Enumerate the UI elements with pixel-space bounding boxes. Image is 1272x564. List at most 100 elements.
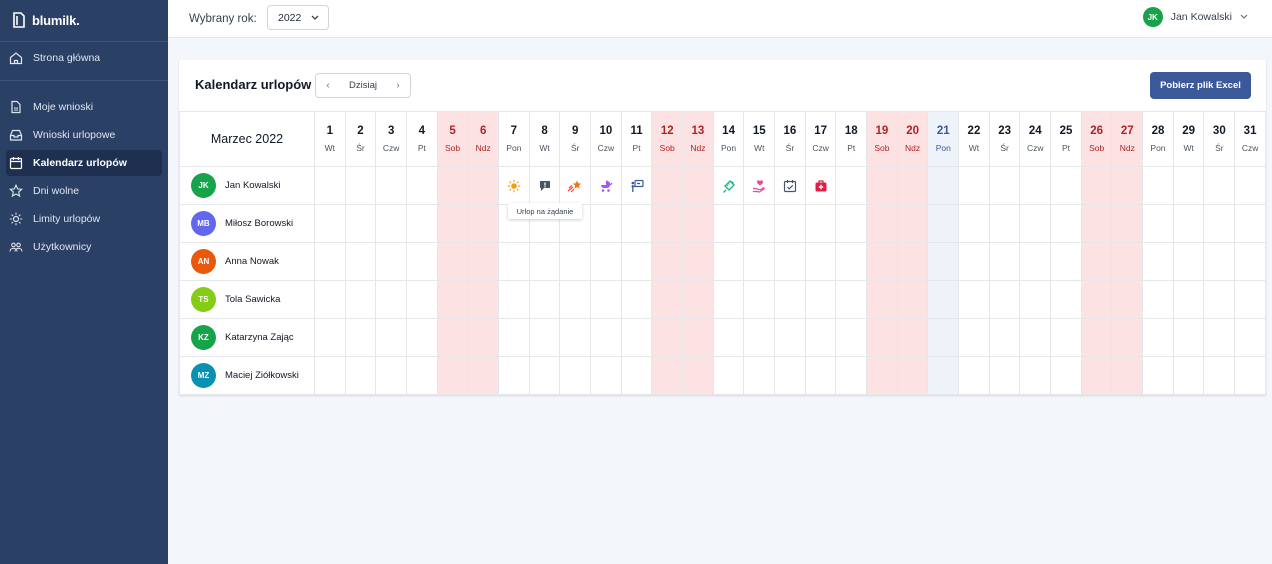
day-cell[interactable]: [988, 166, 1021, 205]
day-cell[interactable]: [958, 318, 990, 357]
day-cell[interactable]: [835, 280, 868, 319]
day-cell[interactable]: [590, 318, 622, 357]
day-cell[interactable]: [528, 242, 561, 281]
day-cell[interactable]: [498, 166, 530, 205]
baby-stroller-icon[interactable]: [599, 179, 613, 193]
day-cell[interactable]: [1111, 280, 1144, 319]
day-cell[interactable]: [1172, 356, 1205, 395]
day-cell[interactable]: [375, 318, 408, 357]
day-cell[interactable]: [1019, 242, 1052, 281]
day-cell[interactable]: [1050, 204, 1082, 243]
day-cell[interactable]: [1019, 280, 1052, 319]
day-cell[interactable]: [620, 166, 653, 205]
day-cell[interactable]: [620, 356, 653, 395]
logo[interactable]: blumilk.: [0, 0, 168, 40]
day-cell[interactable]: [1142, 318, 1174, 357]
day-cell[interactable]: [651, 356, 684, 395]
day-cell[interactable]: [528, 166, 561, 205]
day-cell[interactable]: [314, 166, 346, 205]
day-cell[interactable]: [866, 166, 898, 205]
day-cell[interactable]: [743, 280, 776, 319]
day-cell[interactable]: [1142, 242, 1174, 281]
day-cell[interactable]: [344, 318, 377, 357]
day-cell[interactable]: [774, 280, 806, 319]
day-cell[interactable]: [314, 242, 346, 281]
day-cell[interactable]: [682, 318, 714, 357]
day-cell[interactable]: [651, 166, 684, 205]
shooting-star-icon[interactable]: [567, 179, 583, 193]
day-cell[interactable]: [743, 318, 776, 357]
day-cell[interactable]: [743, 356, 776, 395]
day-cell[interactable]: [1050, 280, 1082, 319]
day-cell[interactable]: [651, 318, 684, 357]
syringe-icon[interactable]: [722, 179, 736, 193]
day-cell[interactable]: [1080, 318, 1113, 357]
day-cell[interactable]: [467, 242, 500, 281]
sidebar-item-dni-wolne[interactable]: Dni wolne: [6, 178, 162, 204]
day-cell[interactable]: [590, 204, 622, 243]
day-cell[interactable]: [1234, 318, 1266, 357]
day-cell[interactable]: [866, 318, 898, 357]
day-cell[interactable]: [804, 242, 837, 281]
day-cell[interactable]: [651, 204, 684, 243]
day-cell[interactable]: [1019, 166, 1052, 205]
day-cell[interactable]: [1234, 242, 1266, 281]
day-cell[interactable]: [866, 356, 898, 395]
day-cell[interactable]: [774, 204, 806, 243]
day-cell[interactable]: [1080, 242, 1113, 281]
day-cell[interactable]: [804, 204, 837, 243]
day-cell[interactable]: [559, 242, 592, 281]
day-cell[interactable]: [958, 166, 990, 205]
prev-month-button[interactable]: ‹: [316, 80, 340, 91]
day-cell[interactable]: [835, 318, 868, 357]
day-cell[interactable]: [1172, 242, 1205, 281]
day-cell[interactable]: [467, 356, 500, 395]
day-cell[interactable]: [1203, 280, 1236, 319]
day-cell[interactable]: [1111, 166, 1144, 205]
caretaker-icon[interactable]: [630, 179, 644, 193]
day-cell[interactable]: [1050, 242, 1082, 281]
exclamation-bubble-icon[interactable]: [538, 179, 552, 193]
day-cell[interactable]: [927, 280, 960, 319]
day-cell[interactable]: [436, 204, 469, 243]
day-cell[interactable]: [436, 356, 469, 395]
day-cell[interactable]: [866, 280, 898, 319]
day-cell[interactable]: [835, 242, 868, 281]
day-cell[interactable]: [467, 280, 500, 319]
day-cell[interactable]: [467, 166, 500, 205]
day-cell[interactable]: [1234, 356, 1266, 395]
user-menu[interactable]: JK Jan Kowalski: [1142, 7, 1248, 27]
day-cell[interactable]: [1234, 166, 1266, 205]
day-cell[interactable]: [375, 166, 408, 205]
day-cell[interactable]: [559, 318, 592, 357]
day-cell[interactable]: [498, 318, 530, 357]
day-cell[interactable]: [498, 242, 530, 281]
day-cell[interactable]: [774, 318, 806, 357]
day-cell[interactable]: [436, 166, 469, 205]
day-cell[interactable]: [375, 204, 408, 243]
day-cell[interactable]: [896, 280, 929, 319]
heart-hand-icon[interactable]: [752, 179, 766, 193]
day-cell[interactable]: [314, 204, 346, 243]
medical-kit-icon[interactable]: [814, 179, 828, 193]
day-cell[interactable]: [344, 242, 377, 281]
day-cell[interactable]: [712, 204, 745, 243]
day-cell[interactable]: [375, 280, 408, 319]
sidebar-item-limity-urlopów[interactable]: Limity urlopów: [6, 206, 162, 232]
day-cell[interactable]: [1080, 166, 1113, 205]
day-cell[interactable]: [590, 242, 622, 281]
next-month-button[interactable]: ›: [386, 80, 410, 91]
day-cell[interactable]: [896, 166, 929, 205]
day-cell[interactable]: [712, 318, 745, 357]
day-cell[interactable]: [1142, 356, 1174, 395]
day-cell[interactable]: [1080, 356, 1113, 395]
day-cell[interactable]: [712, 166, 745, 205]
day-cell[interactable]: [314, 280, 346, 319]
day-cell[interactable]: [406, 242, 438, 281]
day-cell[interactable]: [896, 356, 929, 395]
day-cell[interactable]: [651, 280, 684, 319]
day-cell[interactable]: [988, 318, 1021, 357]
sidebar-item-wnioski-urlopowe[interactable]: Wnioski urlopowe: [6, 122, 162, 148]
day-cell[interactable]: [958, 280, 990, 319]
day-cell[interactable]: [896, 204, 929, 243]
